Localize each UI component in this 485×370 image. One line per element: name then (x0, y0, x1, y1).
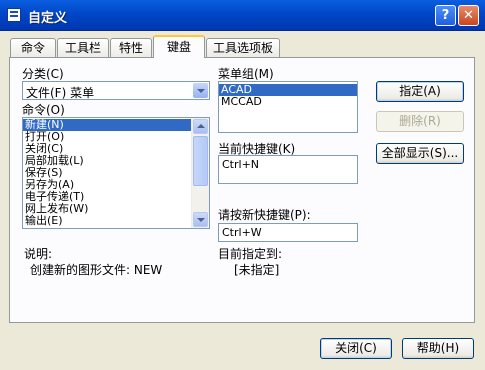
scroll-up-icon[interactable] (193, 119, 208, 134)
new-key-label: 请按新快捷键(P): (218, 208, 311, 222)
help-title-button[interactable]: ? (435, 5, 456, 26)
help-button[interactable]: 帮助(H) (402, 338, 474, 359)
title-bar: 自定义 ? ✕ (0, 0, 485, 31)
description-text: 创建新的图形文件: NEW (30, 263, 163, 277)
show-all-button[interactable]: 全部显示(S)... (376, 143, 464, 164)
commands-label: 命令(O) (22, 103, 65, 117)
list-item[interactable]: MCCAD (219, 96, 357, 108)
assigned-value: [未指定] (234, 263, 280, 277)
window-title: 自定义 (28, 11, 68, 26)
menu-group-label: 菜单组(M) (218, 67, 274, 81)
assigned-label: 目前指定到: (218, 247, 283, 261)
commands-scrollbar[interactable] (191, 118, 209, 228)
category-value: 文件(F) 菜单 (26, 86, 95, 100)
close-title-button[interactable]: ✕ (458, 5, 479, 26)
scroll-thumb[interactable] (193, 136, 208, 186)
scroll-down-icon[interactable] (193, 212, 208, 227)
commands-list[interactable]: 新建(N) 打开(O) 关闭(C) 局部加载(L) 保存(S) 另存为(A) 电… (22, 117, 210, 229)
new-key-input[interactable]: Ctrl+W (218, 223, 358, 242)
tab-commands[interactable]: 命令 (10, 38, 56, 57)
assign-button[interactable]: 指定(A) (376, 81, 464, 102)
tab-tool-palettes[interactable]: 工具选项板 (206, 38, 280, 57)
description-label: 说明: (24, 247, 53, 261)
menu-group-list[interactable]: ACAD MCCAD (218, 81, 358, 133)
remove-button[interactable]: 删除(R) (376, 111, 464, 132)
current-keys-list[interactable]: Ctrl+N (218, 155, 358, 184)
category-select[interactable]: 文件(F) 菜单 (22, 81, 210, 100)
app-icon (7, 8, 21, 22)
tab-properties[interactable]: 特性 (110, 38, 152, 57)
close-button[interactable]: 关闭(C) (320, 338, 392, 359)
category-label: 分类(C) (22, 67, 64, 81)
tab-keyboard[interactable]: 键盘 (153, 35, 205, 58)
list-item[interactable]: 输出(E) (23, 215, 209, 227)
tab-toolbars[interactable]: 工具栏 (57, 38, 109, 57)
chevron-down-icon[interactable] (193, 83, 208, 98)
